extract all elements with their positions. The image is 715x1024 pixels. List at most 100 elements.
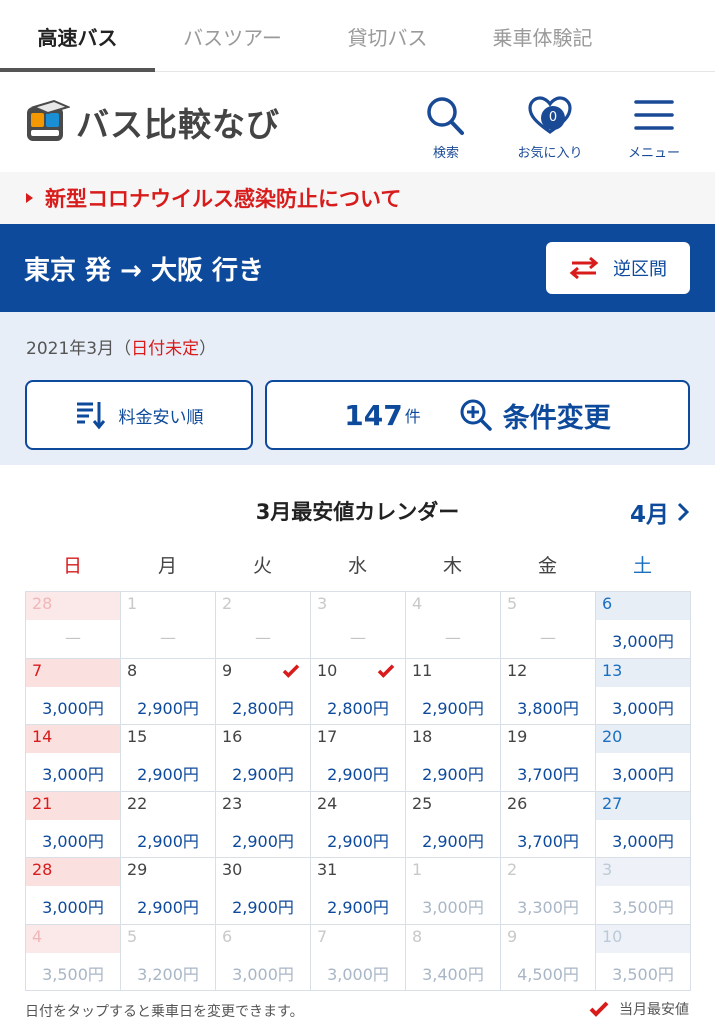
- site-logo[interactable]: バス比較なび: [24, 98, 280, 146]
- calendar-day-cell[interactable]: 21 3,000円: [26, 791, 121, 858]
- calendar-day-cell[interactable]: 1 3,000円: [406, 858, 501, 925]
- calendar-day-number: 4: [26, 924, 120, 953]
- reverse-route-button[interactable]: 逆区間: [546, 242, 690, 294]
- calendar-day-number: 6: [222, 926, 233, 946]
- calendar-day-price: 2,800円: [327, 698, 389, 718]
- calendar-day-price: 3,000円: [422, 898, 484, 917]
- calendar-day-cell[interactable]: 4—: [406, 592, 501, 659]
- covid-notice-link[interactable]: 新型コロナウイルス感染防止について: [0, 172, 715, 224]
- legend-label: 当月最安値: [619, 1002, 689, 1018]
- calendar-day-cell[interactable]: 11 2,900円: [406, 658, 501, 725]
- calendar-day-cell[interactable]: 20 3,000円: [596, 725, 691, 792]
- calendar-day-cell[interactable]: 12 3,800円: [501, 658, 596, 725]
- calendar-day-price: —: [540, 628, 556, 647]
- hamburger-menu-icon: [634, 100, 674, 130]
- weekday-wed: 水: [347, 555, 367, 577]
- triangle-right-icon: [26, 193, 33, 203]
- calendar-day-cell[interactable]: 19 3,700円: [501, 725, 596, 792]
- calendar-day-number: 30: [222, 860, 243, 879]
- chevron-right-icon: [677, 502, 689, 522]
- calendar-day-price: 2,900円: [137, 831, 199, 851]
- calendar-day-cell[interactable]: 28 3,000円: [26, 858, 121, 925]
- search-label: 検索: [432, 146, 459, 161]
- swap-arrows-icon: [569, 257, 599, 279]
- calendar-day-cell[interactable]: 13 3,000円: [596, 658, 691, 725]
- calendar-day-cell[interactable]: 7 3,000円: [311, 924, 406, 991]
- calendar-day-cell[interactable]: 29 2,900円: [121, 858, 216, 925]
- calendar-day-number: 5: [507, 594, 518, 613]
- calendar-day-price: 2,900円: [232, 898, 294, 917]
- tab-charter-bus[interactable]: 貸切バス: [310, 0, 465, 72]
- calendar-day-number: 14: [26, 725, 120, 753]
- calendar-day-cell[interactable]: 23 2,900円: [216, 791, 311, 858]
- calendar-day-cell[interactable]: 31 2,900円: [311, 858, 406, 925]
- calendar-day-cell[interactable]: 7 3,000円: [26, 658, 121, 725]
- selected-date: 2021年3月（日付未定）: [26, 334, 689, 359]
- calendar-day-cell[interactable]: 10 3,500円: [596, 924, 691, 991]
- calendar-day-number: 21: [26, 791, 120, 820]
- calendar-day-cell[interactable]: 24 2,900円: [311, 791, 406, 858]
- calendar-day-number: 10: [596, 924, 690, 953]
- menu-label: メニュー: [627, 146, 680, 161]
- change-conditions-button[interactable]: 147 件 条件変更: [265, 380, 690, 450]
- menu-button[interactable]: メニュー: [617, 94, 691, 161]
- calendar-day-cell[interactable]: 9 4,500円: [501, 924, 596, 991]
- calendar-day-cell[interactable]: 5—: [501, 592, 596, 659]
- tab-highway-bus[interactable]: 高速バス: [0, 0, 155, 72]
- calendar-day-cell[interactable]: 17 2,900円: [311, 725, 406, 792]
- calendar-day-cell[interactable]: 16 2,900円: [216, 725, 311, 792]
- calendar-day-cell[interactable]: 6 3,000円: [216, 924, 311, 991]
- calendar-day-cell[interactable]: 4 3,500円: [26, 924, 121, 991]
- calendar-day-cell[interactable]: 28 —: [26, 592, 121, 659]
- calendar-day-cell[interactable]: 3 3,500円: [596, 858, 691, 925]
- calendar-day-cell[interactable]: 10 2,800円: [311, 658, 406, 725]
- calendar-day-price: 2,800円: [232, 698, 294, 718]
- favorites-button[interactable]: 0 お気に入り: [513, 94, 587, 161]
- calendar-day-price: —: [445, 628, 461, 647]
- calendar-day-number: 20: [596, 725, 690, 753]
- calendar-day-cell[interactable]: 1—: [121, 592, 216, 659]
- calendar-day-cell[interactable]: 3—: [311, 592, 406, 659]
- calendar-day-cell[interactable]: 22 2,900円: [121, 791, 216, 858]
- sort-descending-icon: [76, 402, 105, 430]
- calendar-header: 3月最安値カレンダー 4月: [0, 465, 715, 551]
- calendar-day-price: 3,000円: [42, 698, 104, 718]
- reverse-route-label: 逆区間: [613, 259, 667, 280]
- calendar-day-price: 3,000円: [42, 898, 104, 917]
- calendar-day-price: 2,900円: [327, 765, 389, 784]
- calendar-day-price: 3,000円: [42, 765, 104, 784]
- calendar-day-cell[interactable]: 5 3,200円: [121, 924, 216, 991]
- calendar-day-cell[interactable]: 15 2,900円: [121, 725, 216, 792]
- sort-button[interactable]: 料金安い順: [25, 380, 253, 450]
- calendar-day-price: 4,500円: [517, 964, 579, 984]
- calendar-day-price: 3,000円: [327, 964, 389, 984]
- calendar-day-cell[interactable]: 8 3,400円: [406, 924, 501, 991]
- calendar-day-cell[interactable]: 9 2,800円: [216, 658, 311, 725]
- weekday-sat: 土: [632, 555, 652, 577]
- tab-bus-tour[interactable]: バスツアー: [155, 0, 310, 72]
- next-month-link[interactable]: 4月: [630, 495, 689, 529]
- calendar-day-cell[interactable]: 2 3,300円: [501, 858, 596, 925]
- calendar-day-price: 2,900円: [327, 898, 389, 917]
- search-button[interactable]: 検索: [409, 94, 483, 161]
- calendar-day-number: 17: [317, 727, 338, 746]
- calendar-day-number: 29: [127, 860, 148, 879]
- calendar-day-price: 3,000円: [232, 964, 294, 984]
- tab-ride-report[interactable]: 乗車体験記: [465, 0, 620, 72]
- calendar-day-cell[interactable]: 25 2,900円: [406, 791, 501, 858]
- calendar-day-cell[interactable]: 2—: [216, 592, 311, 659]
- calendar-day-cell[interactable]: 30 2,900円: [216, 858, 311, 925]
- calendar-day-cell[interactable]: 14 3,000円: [26, 725, 121, 792]
- calendar-day-cell[interactable]: 18 2,900円: [406, 725, 501, 792]
- calendar-day-number: 4: [412, 594, 423, 613]
- calendar-day-cell[interactable]: 6 3,000円: [596, 592, 691, 659]
- calendar-day-cell[interactable]: 8 2,900円: [121, 658, 216, 725]
- calendar-day-number: 31: [317, 860, 338, 879]
- calendar-day-cell[interactable]: 27 3,000円: [596, 791, 691, 858]
- favorites-count-badge: 0: [541, 106, 565, 130]
- calendar-day-cell[interactable]: 26 3,700円: [501, 791, 596, 858]
- calendar-day-price: 3,700円: [517, 765, 579, 784]
- weekday-mon: 月: [157, 555, 177, 577]
- calendar-day-number: 23: [222, 793, 243, 813]
- calendar-day-number: 8: [127, 660, 138, 680]
